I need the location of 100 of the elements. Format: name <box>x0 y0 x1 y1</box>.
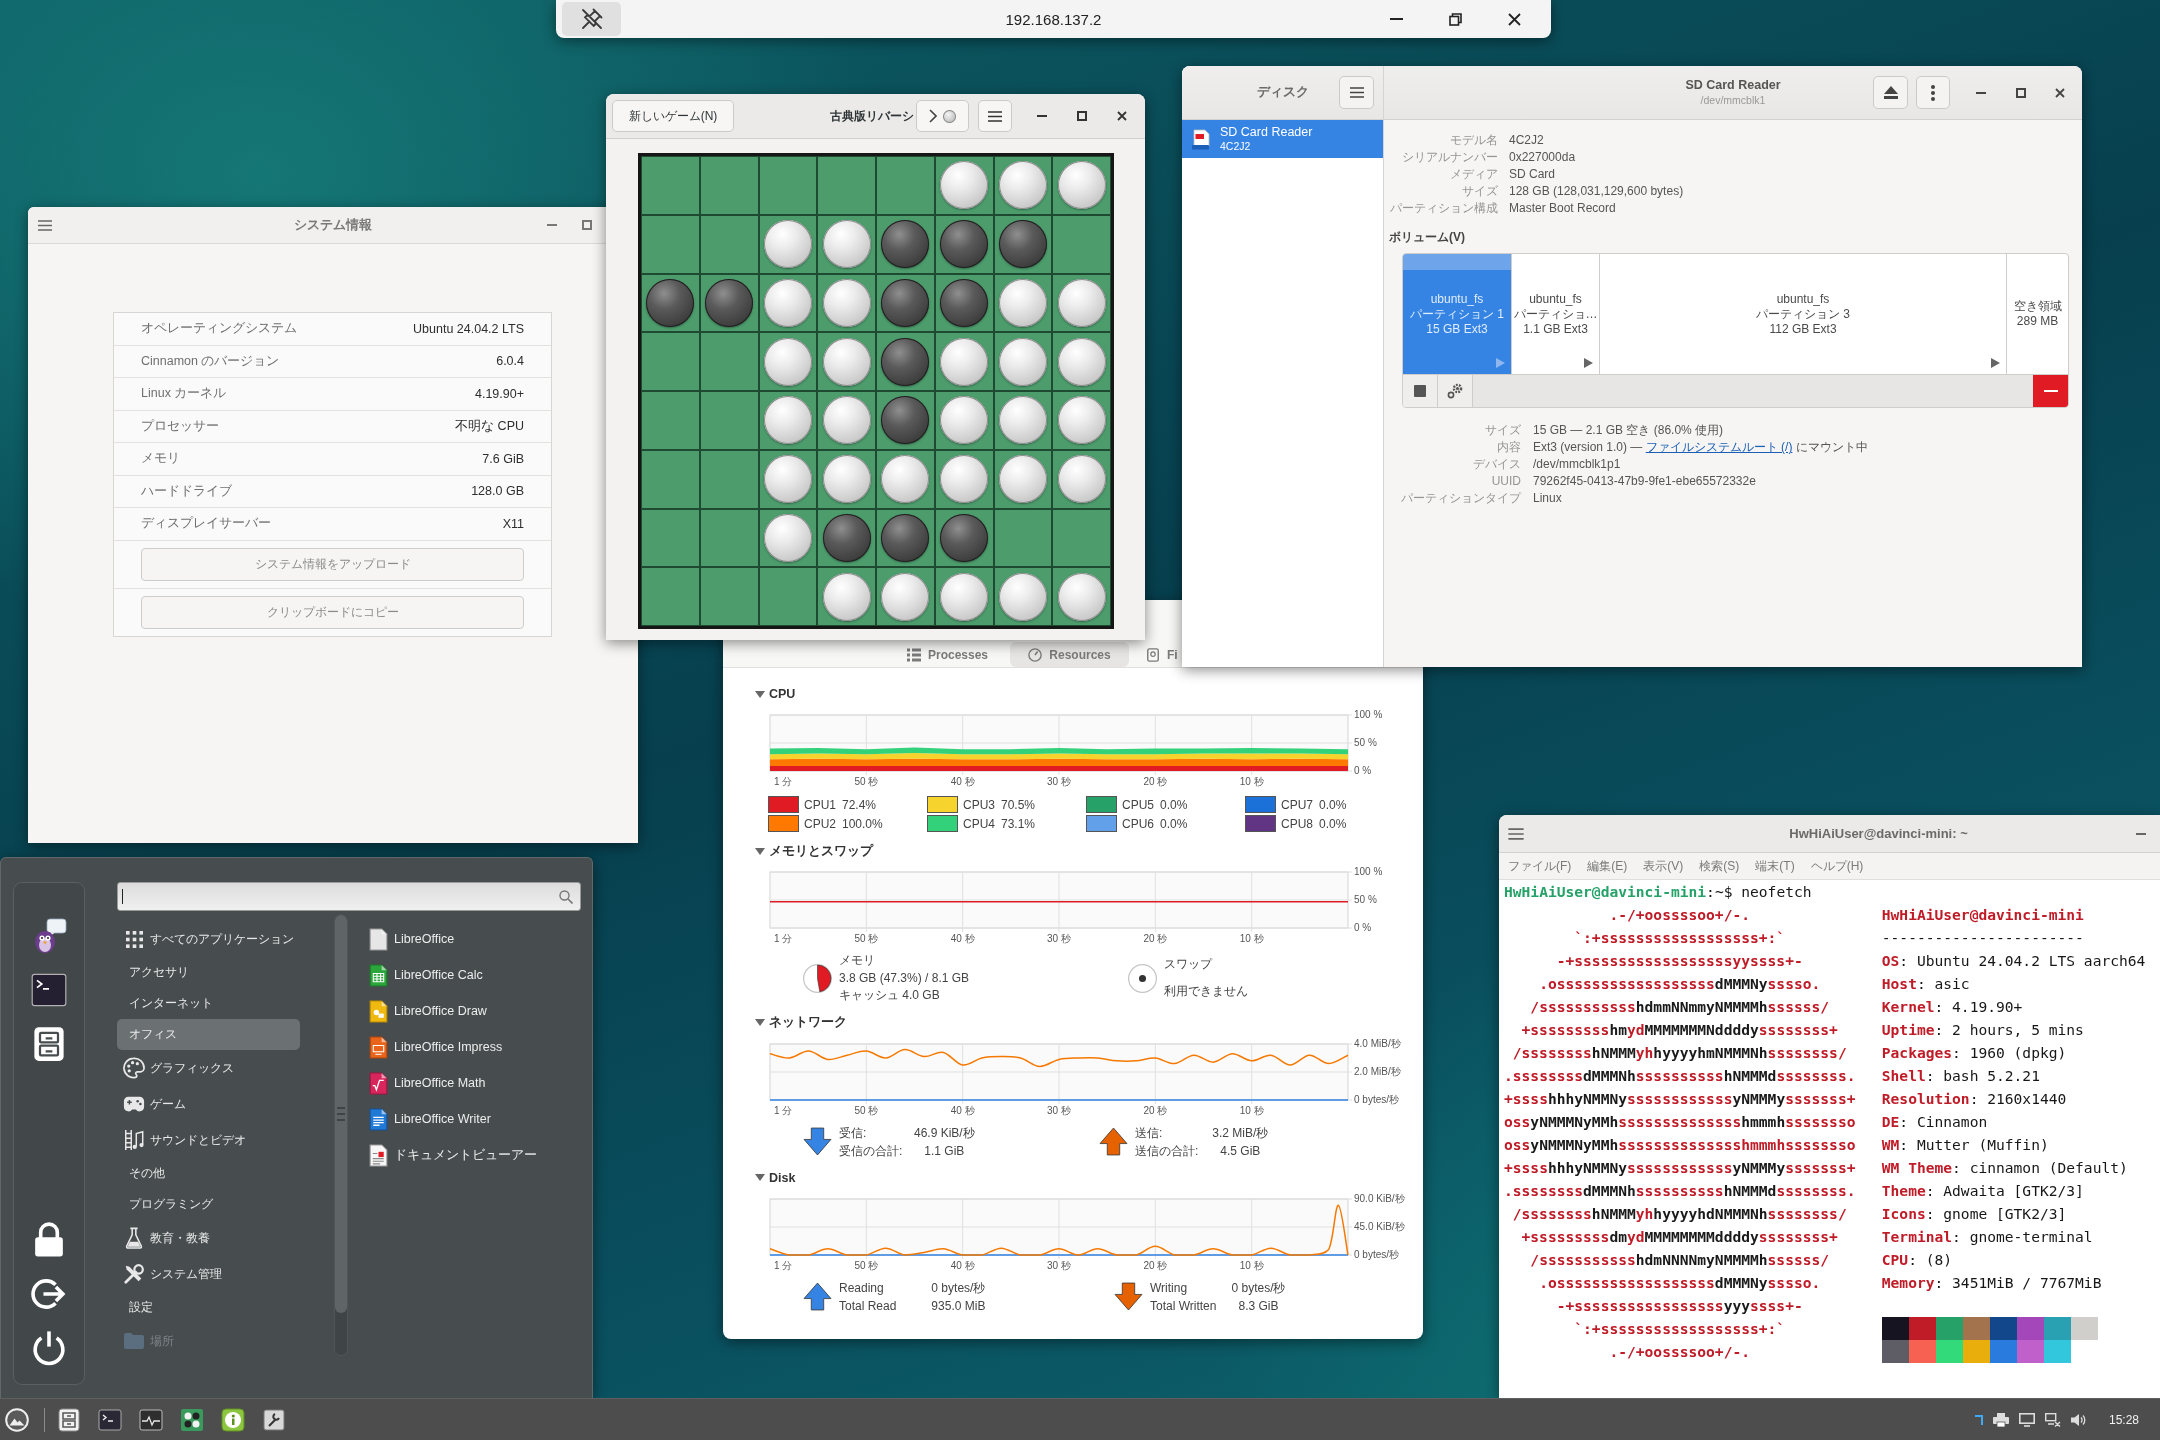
turn-button[interactable] <box>916 100 969 132</box>
menu-item[interactable]: ヘルプ(H) <box>1810 857 1864 875</box>
board-square[interactable] <box>876 391 935 450</box>
menu-button[interactable] <box>978 100 1012 132</box>
view-tab[interactable]: Fi <box>1132 642 1178 667</box>
category-item[interactable]: プログラミング <box>117 1189 300 1220</box>
stop-button[interactable] <box>1403 375 1438 407</box>
menu-item[interactable]: 編集(E) <box>1587 857 1628 875</box>
category-item[interactable]: 設定 <box>117 1292 300 1323</box>
app-item[interactable]: LibreOffice Writer <box>369 1101 537 1137</box>
board-square[interactable] <box>758 508 818 568</box>
board-square[interactable] <box>934 391 994 450</box>
view-tab[interactable]: Processes <box>888 642 1007 667</box>
game-board-icon[interactable] <box>180 1407 204 1432</box>
board-square[interactable] <box>758 332 818 391</box>
category-item[interactable]: グラフィックス <box>117 1050 300 1086</box>
expander-icon[interactable] <box>755 1174 765 1181</box>
power-icon[interactable] <box>31 1330 67 1366</box>
app-item[interactable]: LibreOffice Math <box>369 1065 537 1101</box>
color-swatch[interactable] <box>1245 815 1276 832</box>
board-square[interactable] <box>1052 567 1111 626</box>
board-square[interactable] <box>934 214 994 274</box>
board-square[interactable] <box>934 567 994 626</box>
pulse-monitor-icon[interactable] <box>139 1407 163 1432</box>
category-item[interactable]: インターネット <box>117 988 300 1019</box>
more-button[interactable] <box>1916 76 1950 109</box>
app-item[interactable]: LibreOffice <box>369 921 537 957</box>
eject-button[interactable] <box>1873 76 1908 109</box>
board-square[interactable] <box>876 214 935 274</box>
board-square[interactable] <box>758 273 818 333</box>
category-item[interactable]: オフィス <box>117 1019 300 1050</box>
app-item[interactable]: ドキュメントビューアー <box>369 1137 537 1173</box>
menu-item[interactable]: 表示(V) <box>1643 857 1684 875</box>
drive-item[interactable]: SD Card Reader 4C2J2 <box>1182 120 1383 158</box>
info-icon[interactable] <box>221 1407 245 1432</box>
board-square[interactable] <box>993 567 1053 626</box>
board-square[interactable] <box>758 214 818 274</box>
board-square[interactable] <box>1052 449 1111 509</box>
board-square[interactable] <box>817 273 876 333</box>
app-item[interactable]: LibreOffice Calc <box>369 957 537 993</box>
scrollbar-thumb[interactable] <box>335 915 347 1313</box>
search-field[interactable] <box>117 882 581 911</box>
free-space-segment[interactable]: 空き領域 289 MB <box>2007 254 2068 374</box>
category-item[interactable]: システム管理 <box>117 1256 300 1292</box>
settings-button[interactable] <box>1438 375 1473 407</box>
color-swatch[interactable] <box>1086 796 1117 813</box>
color-swatch[interactable] <box>927 815 958 832</box>
board-square[interactable] <box>993 332 1053 391</box>
category-item[interactable]: アクセサリ <box>117 957 300 988</box>
board-square[interactable] <box>1052 273 1111 333</box>
expander-icon[interactable] <box>755 690 765 698</box>
menu-item[interactable]: ファイル(F) <box>1508 857 1572 875</box>
board-square[interactable] <box>699 273 759 333</box>
board-square[interactable] <box>817 449 876 509</box>
color-swatch[interactable] <box>927 796 958 813</box>
minimize-icon[interactable] <box>1976 91 1986 94</box>
board-square[interactable] <box>641 273 700 333</box>
board-square[interactable] <box>934 449 994 509</box>
new-game-button[interactable]: 新しいゲーム(N) <box>612 100 734 132</box>
board-square[interactable] <box>758 449 818 509</box>
board-square[interactable] <box>993 449 1053 509</box>
expander-icon[interactable] <box>755 1019 765 1026</box>
terminal-icon[interactable] <box>98 1407 122 1432</box>
board-square[interactable] <box>934 273 994 333</box>
board-square[interactable] <box>817 391 876 450</box>
wrench-tile-icon[interactable] <box>262 1407 286 1432</box>
menu-button[interactable] <box>1339 76 1374 109</box>
menu-icon[interactable] <box>1508 827 1524 840</box>
board-square[interactable] <box>876 508 935 568</box>
board-square[interactable] <box>817 567 876 626</box>
board-square[interactable] <box>817 214 876 274</box>
category-item[interactable]: その他 <box>117 1158 300 1189</box>
board-square[interactable] <box>934 332 994 391</box>
app-item[interactable]: LibreOffice Draw <box>369 993 537 1029</box>
board-square[interactable] <box>817 332 876 391</box>
color-swatch[interactable] <box>1245 796 1276 813</box>
board-square[interactable] <box>876 273 935 333</box>
logout-icon[interactable] <box>31 1276 67 1312</box>
mountain-circle-icon[interactable] <box>5 1407 29 1432</box>
board-square[interactable] <box>1052 391 1111 450</box>
menu-icon[interactable] <box>38 219 52 231</box>
mount-link[interactable]: ファイルシステムルート (/) <box>1645 440 1793 454</box>
clock[interactable]: 15:28 <box>2108 1412 2139 1427</box>
board-square[interactable] <box>993 273 1053 333</box>
color-swatch[interactable] <box>1086 815 1117 832</box>
maximize-icon[interactable] <box>2016 87 2026 98</box>
board-square[interactable] <box>876 567 935 626</box>
board-square[interactable] <box>993 391 1053 450</box>
color-swatch[interactable] <box>768 815 799 832</box>
close-icon[interactable] <box>2055 87 2065 98</box>
category-item[interactable]: すべてのアプリケーション <box>117 921 300 957</box>
board-square[interactable] <box>993 156 1053 215</box>
board-square[interactable] <box>934 156 994 215</box>
board-square[interactable] <box>934 508 994 568</box>
expander-icon[interactable] <box>755 847 765 855</box>
menu-item[interactable]: 端末(T) <box>1755 857 1795 875</box>
corner-bracket-icon[interactable] <box>1974 1414 1983 1425</box>
category-item[interactable]: ゲーム <box>117 1086 300 1122</box>
speaker-icon[interactable] <box>2070 1412 2087 1427</box>
terminal-icon[interactable] <box>31 972 67 1008</box>
